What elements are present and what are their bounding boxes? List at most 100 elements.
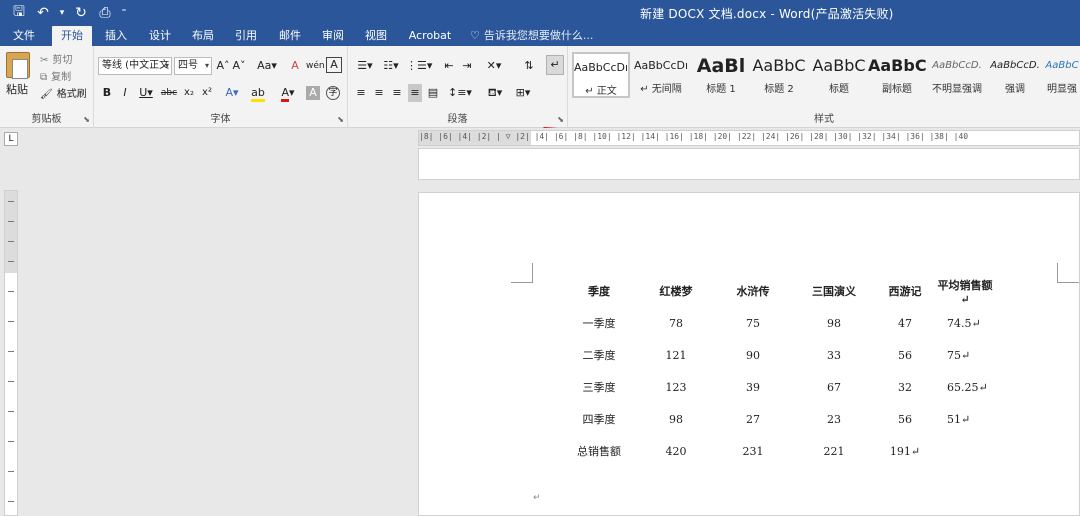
char-border-icon[interactable]: A [326, 57, 342, 73]
cut-button[interactable]: ✂ 剪切 [40, 52, 87, 69]
shrink-font-icon[interactable]: A˅ [232, 57, 246, 75]
paragraph-mark: ↵ [533, 493, 541, 503]
char-shading-icon[interactable]: A [306, 86, 320, 100]
line-spacing-icon[interactable]: ↕≡▾ [448, 84, 472, 102]
style-intense-emphasis[interactable]: AaBbC 明显强 [1044, 52, 1080, 98]
underline-icon[interactable]: U▾ [136, 84, 156, 102]
superscript-icon[interactable]: x² [200, 84, 214, 102]
justify-icon[interactable]: ≡ [408, 84, 422, 102]
header-cell: 红楼梦 [659, 285, 693, 298]
align-left-icon[interactable]: ≡ [354, 84, 368, 102]
customize-qat-icon[interactable]: ⁼ [118, 3, 130, 23]
subscript-icon[interactable]: x₂ [182, 84, 196, 102]
undo-dropdown-icon[interactable]: ▾ [56, 3, 68, 23]
bold-icon[interactable]: B [100, 84, 114, 102]
quick-access-toolbar: 🖫 ↶ ▾ ↻ ⎙ ⁼ [8, 3, 130, 23]
table-cell: 67 [827, 380, 841, 394]
font-group: 等线 (中文正文 ▾ 四号 ▾ A˄ A˅ Aa▾ A wén A B I U▾ a… [94, 46, 348, 128]
tab-review[interactable]: 审阅 [315, 26, 351, 46]
tab-insert[interactable]: 插入 [98, 26, 134, 46]
numbering-icon[interactable]: ☷▾ [380, 57, 402, 75]
tab-references[interactable]: 引用 [228, 26, 264, 46]
distributed-icon[interactable]: ▤ [426, 84, 440, 102]
horizontal-ruler[interactable]: |8| |6| |4| |2| | ▽ |2| |4| |6| |8| |10|… [418, 130, 1080, 146]
phonetic-guide-icon[interactable]: wén [306, 57, 325, 75]
table-header-row: 季度 红楼梦 水浒传 三国演义 西游记 平均销售额↵ [559, 275, 995, 307]
borders-icon[interactable]: ⊞▾ [512, 84, 534, 102]
style-normal[interactable]: AaBbCcDı ↵ 正文 [572, 52, 630, 98]
style-subtitle[interactable]: AaBbC 副标题 [868, 52, 926, 98]
text-effects-icon[interactable]: A▾ [222, 84, 242, 102]
font-size-select[interactable]: 四号 ▾ [174, 57, 212, 75]
sort-icon[interactable]: ⇅ [522, 57, 536, 75]
highlight-icon[interactable]: ab [248, 84, 268, 102]
tab-view[interactable]: 视图 [358, 26, 394, 46]
tab-selector[interactable]: L [4, 132, 18, 146]
strikethrough-icon[interactable]: abc [160, 84, 178, 102]
vertical-ruler[interactable] [4, 190, 18, 516]
format-painter-button[interactable]: 🖌 格式刷 [40, 86, 87, 103]
redo-icon[interactable]: ↻ [70, 3, 92, 23]
print-preview-icon[interactable]: ⎙ [94, 3, 116, 23]
dialog-launcher-icon[interactable]: ⬊ [337, 115, 344, 124]
style-name: 标题 1 [706, 84, 736, 95]
font-name-select[interactable]: 等线 (中文正文 ▾ [98, 57, 172, 75]
table-cell: 四季度 [582, 413, 616, 426]
ruler-tick [8, 501, 14, 502]
ruler-tick [8, 201, 14, 202]
ribbon-tabs: 文件 开始 插入 设计 布局 引用 邮件 审阅 视图 Acrobat ♡ 告诉我… [0, 26, 1080, 46]
copy-button[interactable]: ⧉ 复制 [40, 69, 87, 86]
dialog-launcher-icon[interactable]: ⬊ [83, 115, 90, 124]
bullets-icon[interactable]: ☰▾ [354, 57, 376, 75]
decrease-indent-icon[interactable]: ⇤ [442, 57, 456, 75]
document-page[interactable]: 季度 红楼梦 水浒传 三国演义 西游记 平均销售额↵ 一季度 78 75 98 … [418, 192, 1080, 516]
increase-indent-icon[interactable]: ⇥ [460, 57, 474, 75]
sales-table: 季度 红楼梦 水浒传 三国演义 西游记 平均销售额↵ 一季度 78 75 98 … [559, 275, 995, 467]
tab-acrobat[interactable]: Acrobat [404, 26, 456, 46]
style-heading-1[interactable]: AaBl 标题 1 [692, 52, 750, 98]
style-subtle-emphasis[interactable]: AaBbCcD. 不明显强调 [928, 52, 986, 98]
style-no-spacing[interactable]: AaBbCcDı ↵ 无间隔 [632, 52, 690, 98]
style-name: 标题 [829, 84, 849, 95]
style-name: ↵ 无间隔 [640, 84, 682, 95]
grow-font-icon[interactable]: A˄ [216, 57, 230, 75]
tab-design[interactable]: 设计 [142, 26, 178, 46]
table-cell: 23 [827, 412, 841, 426]
table-row: 三季度 123 39 67 32 65.25↵ [559, 371, 995, 403]
change-case-icon[interactable]: Aa▾ [254, 57, 280, 75]
save-icon[interactable]: 🖫 [8, 3, 30, 23]
table-cell: 123 [665, 380, 687, 394]
table-cell: 98 [669, 412, 683, 426]
tab-file[interactable]: 文件 [6, 26, 42, 46]
italic-icon[interactable]: I [118, 84, 132, 102]
shading-icon[interactable]: ⛾▾ [484, 84, 506, 102]
cut-label: 剪切 [52, 55, 73, 66]
table-cell: 47 [898, 316, 912, 330]
style-sample: AaBbC [752, 56, 806, 75]
paste-button[interactable]: 粘贴 [6, 52, 34, 97]
title-bar: 🖫 ↶ ▾ ↻ ⎙ ⁼ 新建 DOCX 文档.docx - Word(产品激活失… [0, 0, 1080, 26]
tell-me-box[interactable]: ♡ 告诉我您想要做什么... [470, 26, 593, 46]
undo-icon[interactable]: ↶ [32, 3, 54, 23]
enclose-char-icon[interactable]: 字 [326, 86, 340, 100]
multilevel-list-icon[interactable]: ⋮☰▾ [406, 57, 432, 75]
font-size-value: 四号 [178, 60, 198, 71]
header-cell: 三国演义 [812, 285, 856, 298]
style-title[interactable]: AaBbC 标题 [810, 52, 868, 98]
style-heading-2[interactable]: AaBbC 标题 2 [750, 52, 808, 98]
dialog-launcher-icon[interactable]: ⬊ [557, 115, 564, 124]
tab-layout[interactable]: 布局 [185, 26, 221, 46]
font-color-icon[interactable]: A▾ [278, 84, 298, 102]
lightbulb-icon: ♡ [470, 29, 480, 42]
style-emphasis[interactable]: AaBbCcD. 强调 [986, 52, 1044, 98]
ruler-tick [8, 241, 14, 242]
align-center-icon[interactable]: ≡ [372, 84, 386, 102]
show-paragraph-marks-icon[interactable]: ↵ [546, 55, 564, 75]
tab-home[interactable]: 开始 [52, 26, 92, 46]
tab-mailings[interactable]: 邮件 [272, 26, 308, 46]
style-name: 强调 [1005, 84, 1025, 95]
chinese-layout-icon[interactable]: ✕▾ [484, 57, 504, 75]
clear-format-icon[interactable]: A [288, 57, 302, 75]
align-right-icon[interactable]: ≡ [390, 84, 404, 102]
table-cell: 33 [827, 348, 841, 362]
